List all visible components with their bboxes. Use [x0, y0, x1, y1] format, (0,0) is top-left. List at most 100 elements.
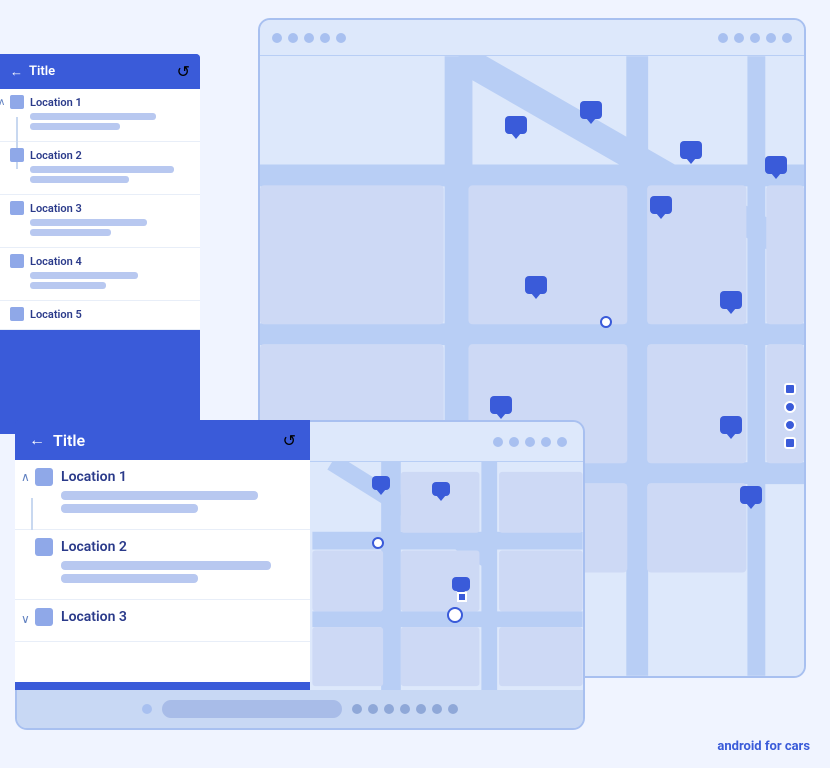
item-bar-2	[30, 282, 106, 289]
win-dot	[384, 704, 394, 714]
list-item[interactable]: Location 5	[0, 301, 200, 330]
front-map-roads-svg	[312, 462, 583, 690]
item-bar-1	[61, 491, 258, 500]
pin-flag-icon	[650, 196, 672, 214]
item-bar-1	[30, 113, 156, 120]
sidebar-back-title: Title	[29, 64, 55, 79]
item-label: Location 2	[30, 149, 82, 162]
item-header: Location 1	[35, 468, 298, 486]
pin-flag-icon	[720, 416, 742, 434]
win-dot	[368, 704, 378, 714]
back-window-titlebar	[260, 20, 804, 56]
back-arrow-icon[interactable]: ←	[10, 64, 23, 80]
front-map-pin-2	[432, 482, 450, 496]
front-map-circle-1	[372, 537, 384, 549]
map-pin-11	[740, 486, 762, 504]
item-bar-1	[30, 219, 147, 226]
pin-flag-icon	[505, 116, 527, 134]
sidebar-back-panel: ← Title ↺ ∧ Location 1 Location 2	[0, 54, 200, 434]
item-header: Location 4	[10, 254, 190, 268]
item-bar-2	[30, 123, 120, 130]
pin-flag-icon	[372, 476, 390, 490]
list-item[interactable]: Location 4	[0, 248, 200, 301]
win-dot	[750, 33, 760, 43]
list-item[interactable]: Location 2	[0, 142, 200, 195]
item-bar-1	[61, 561, 271, 570]
item-bar-2	[30, 176, 129, 183]
sidebar-front-nav[interactable]: ← Title	[29, 430, 85, 450]
win-dot	[509, 437, 519, 447]
item-label: Location 2	[61, 539, 127, 555]
item-bar-1	[30, 272, 138, 279]
item-label: Location 1	[30, 96, 82, 109]
location-icon	[35, 538, 53, 556]
ctrl-circle-2[interactable]	[784, 419, 796, 431]
pin-square-icon	[457, 592, 467, 602]
list-item[interactable]: ∨ Location 3	[15, 600, 310, 642]
item-header: Location 5	[10, 307, 190, 321]
pin-flag-icon	[765, 156, 787, 174]
win-dot	[541, 437, 551, 447]
front-window-dots-right	[493, 437, 567, 447]
location-icon	[10, 307, 24, 321]
win-dot	[432, 704, 442, 714]
sidebar-back-refresh-icon[interactable]: ↺	[177, 62, 190, 81]
pin-flag-icon	[740, 486, 762, 504]
front-map-area	[312, 462, 583, 690]
map-pin-3	[680, 141, 702, 159]
win-dot	[352, 704, 362, 714]
win-dot	[525, 437, 535, 447]
list-item[interactable]: ∧ Location 1	[15, 460, 310, 530]
win-dot	[142, 704, 152, 714]
win-dot	[288, 33, 298, 43]
map-pin-6	[525, 276, 547, 294]
win-dot	[557, 437, 567, 447]
chevron-up-icon: ∧	[21, 470, 30, 484]
win-dot	[448, 704, 458, 714]
item-label: Location 4	[30, 255, 82, 268]
win-dot	[416, 704, 426, 714]
pin-flag-icon	[452, 577, 470, 591]
front-map-pin-3	[452, 577, 470, 591]
win-dot	[766, 33, 776, 43]
win-dot	[320, 33, 330, 43]
pin-flag-icon	[525, 276, 547, 294]
ctrl-btn-2[interactable]	[784, 437, 796, 449]
sidebar-front-panel: ← Title ↺ ∧ Location 1 Location 2	[15, 420, 310, 690]
list-item[interactable]: ∧ Location 1	[0, 89, 200, 142]
sidebar-back-nav[interactable]: ← Title	[10, 64, 55, 80]
item-header: Location 2	[35, 538, 298, 556]
item-header: Location 3	[35, 608, 298, 626]
map-pin-8	[490, 396, 512, 414]
sidebar-front-list: ∧ Location 1 Location 2 ∨ Location 3	[15, 460, 310, 682]
location-icon	[35, 468, 53, 486]
pin-circle-icon	[447, 607, 463, 623]
map-pin-1	[505, 116, 527, 134]
sidebar-front-refresh-icon[interactable]: ↺	[283, 431, 296, 450]
location-icon	[10, 95, 24, 109]
item-header: Location 3	[10, 201, 190, 215]
front-bottom-dots-right	[352, 704, 458, 714]
chevron-up-icon: ∧	[0, 97, 5, 108]
win-dot	[782, 33, 792, 43]
ctrl-circle-1[interactable]	[784, 401, 796, 413]
map-pin-5	[765, 156, 787, 174]
sidebar-back-header: ← Title ↺	[0, 54, 200, 89]
item-label: Location 3	[61, 609, 127, 625]
ctrl-btn-1[interactable]	[784, 383, 796, 395]
right-side-controls[interactable]	[784, 383, 796, 449]
item-header: Location 1	[10, 95, 190, 109]
back-arrow-icon[interactable]: ←	[29, 430, 45, 450]
chevron-down-icon: ∨	[21, 612, 30, 626]
list-item[interactable]: Location 3	[0, 195, 200, 248]
item-bar-2	[61, 574, 198, 583]
list-item[interactable]: Location 2	[15, 530, 310, 600]
map-pin-circle-1	[600, 316, 612, 328]
item-bar-2	[61, 504, 198, 513]
pin-flag-icon	[490, 396, 512, 414]
front-bottom-dots-left	[142, 704, 152, 714]
win-dot	[493, 437, 503, 447]
location-icon	[10, 201, 24, 215]
win-dot	[336, 33, 346, 43]
pin-flag-icon	[680, 141, 702, 159]
